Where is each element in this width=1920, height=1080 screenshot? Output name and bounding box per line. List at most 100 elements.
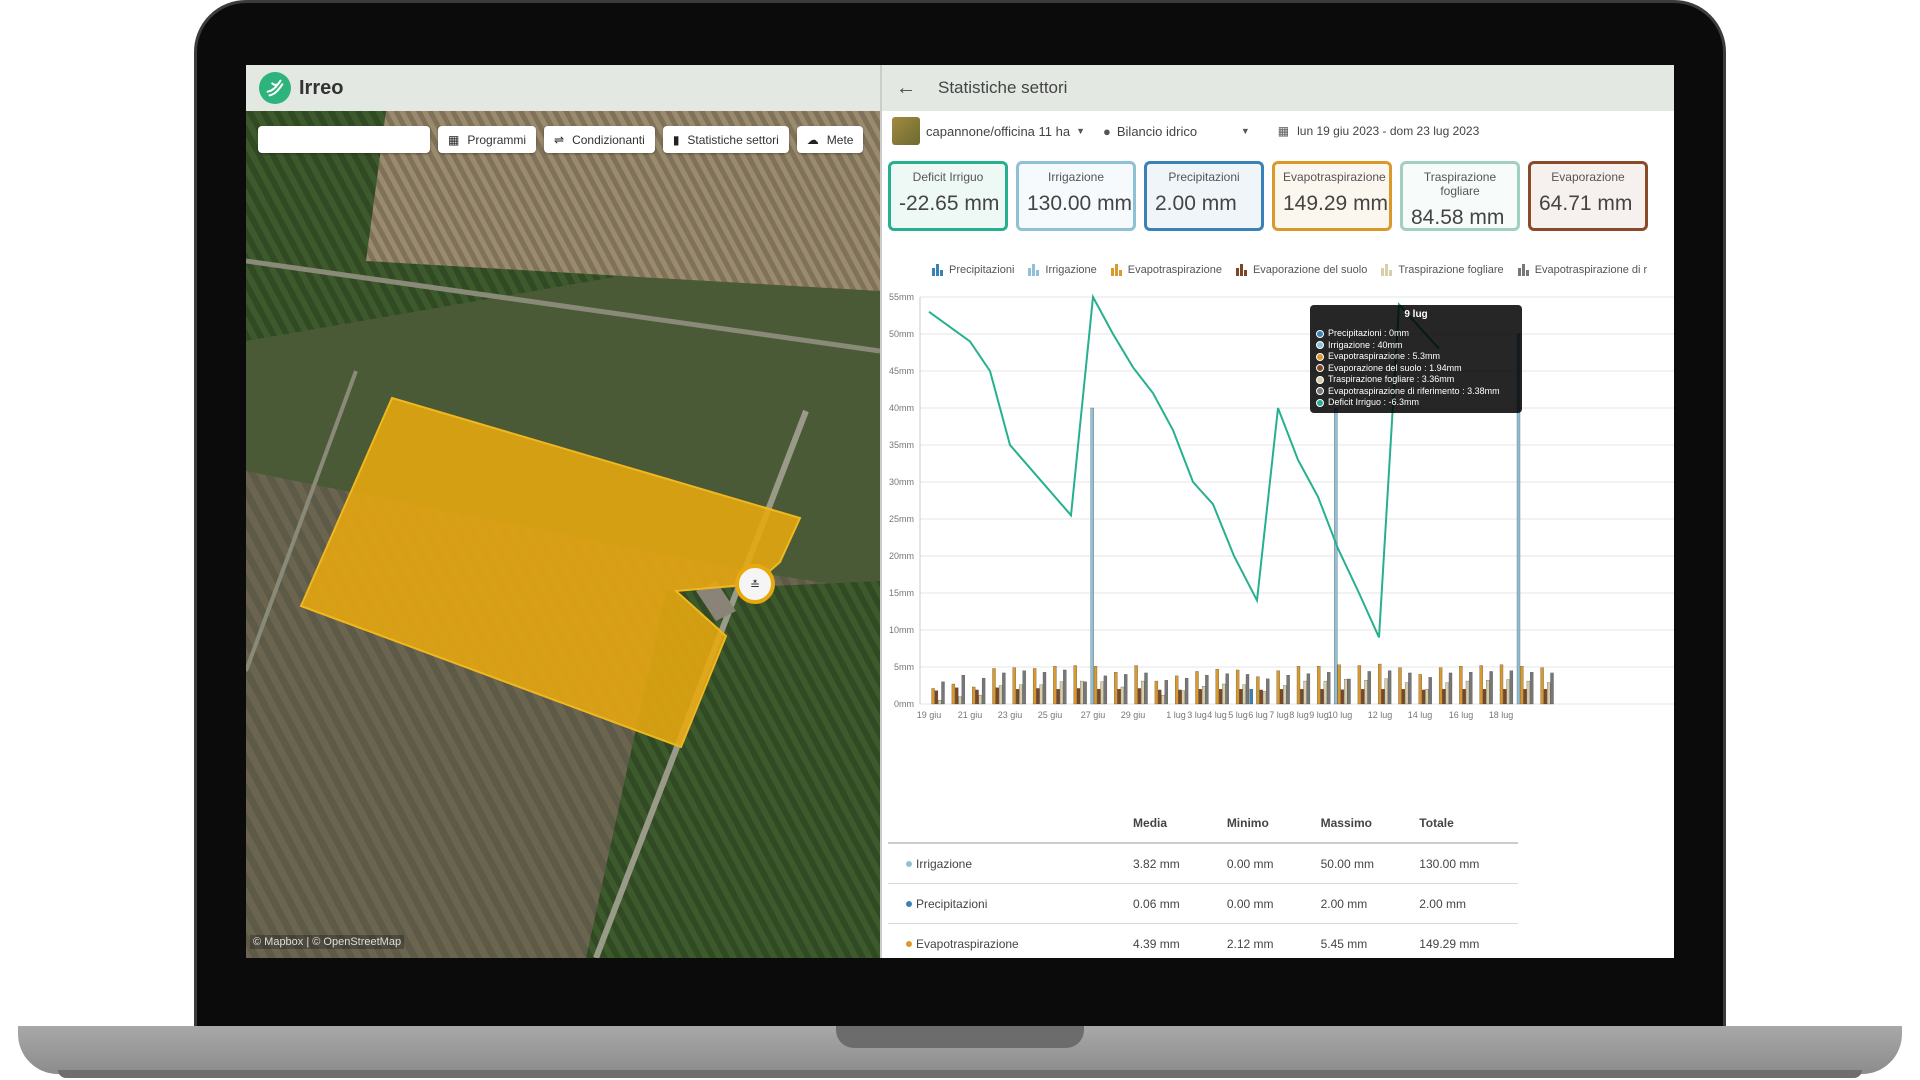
bar-evaporazione-del-suolo <box>1056 689 1060 705</box>
bar-evapotraspirazione-di-riferimento <box>1103 675 1108 705</box>
satellite-map[interactable]: ≛ <box>246 111 880 958</box>
bar-evaporazione-del-suolo <box>1381 689 1385 705</box>
sliders-icon: ⇌ <box>554 132 565 147</box>
bar-irrigazione <box>1090 407 1094 705</box>
table-row: Irrigazione 3.82 mm 0.00 mm 50.00 mm 130.00 … <box>888 844 1518 884</box>
bar-chart-icon: ▮ <box>672 132 680 147</box>
legend-item[interactable]: Evapotraspirazione di r <box>1517 264 1647 276</box>
search-input[interactable] <box>258 126 430 153</box>
bar-evapotraspirazione-di-riferimento <box>1387 670 1392 705</box>
table-header: Media Minimo Massimo Totale <box>888 804 1518 844</box>
sector-select[interactable]: capannone/officina 11 ha <box>926 124 1070 139</box>
map-attribution[interactable]: © Mapbox | © OpenStreetMap <box>250 935 405 949</box>
bar-evaporazione-del-suolo <box>1523 689 1527 705</box>
y-tick-label: 55mm <box>889 292 914 302</box>
legend-label: Traspirazione fogliare <box>1398 264 1504 276</box>
x-tick-label: 14 lug <box>1408 710 1433 720</box>
programmi-button[interactable]: ▦ Programmi <box>438 126 537 153</box>
laptop-base-bottom <box>58 1070 1862 1078</box>
table-header-cell: Totale <box>1419 816 1454 830</box>
bar-traspirazione-fogliare <box>1486 680 1490 705</box>
legend-item[interactable]: Evapotraspirazione <box>1110 264 1222 276</box>
bar-evapotraspirazione-di-riferimento <box>1225 673 1229 705</box>
x-tick-label: 10 lug <box>1328 710 1353 720</box>
legend-item[interactable]: Traspirazione fogliare <box>1381 264 1504 276</box>
tooltip-row-text: Precipitazioni : 0mm <box>1328 328 1410 338</box>
bar-chart-icon <box>1381 264 1393 276</box>
bar-evapotraspirazione <box>1215 669 1219 705</box>
stats-title: Statistiche settori <box>938 78 1068 97</box>
metric-select[interactable]: Bilancio idrico <box>1117 124 1235 139</box>
card-label: Deficit Irriguo <box>912 170 984 184</box>
tooltip-row: Evaporazione del suolo : 1.94mm <box>1316 363 1516 375</box>
bar-irrigazione <box>1334 407 1338 705</box>
screen: Irreo ≛ ▦ Programmi ⇌ Condizionanti ▮ St… <box>246 65 1674 958</box>
bar-traspirazione-fogliare <box>1364 680 1368 705</box>
cell-massimo: 5.45 mm <box>1320 936 1368 951</box>
x-tick-label: 5 lug <box>1228 710 1248 720</box>
bar-evaporazione-del-suolo <box>1076 688 1081 705</box>
bar-evapotraspirazione-di-riferimento <box>1489 671 1493 705</box>
y-tick-label: 10mm <box>889 625 914 635</box>
bar-evaporazione-del-suolo <box>934 690 939 705</box>
legend-item[interactable]: Irrigazione <box>1028 264 1097 276</box>
legend-item[interactable]: Evaporazione del suolo <box>1235 264 1367 276</box>
bar-evapotraspirazione-di-riferimento <box>1286 674 1290 705</box>
water-balance-chart[interactable]: 0mm 5mm 10mm 15mm 20mm 25mm 30mm 35mm 40mm 45mm 50… <box>882 277 1674 867</box>
x-tick-label: 29 giu <box>1121 710 1146 720</box>
bar-evapotraspirazione-di-riferimento <box>1164 680 1168 705</box>
y-tick-label: 35mm <box>889 440 914 450</box>
bar-evapotraspirazione-di-riferimento <box>1042 672 1047 705</box>
bar-evaporazione-del-suolo <box>1340 689 1345 705</box>
bar-evapotraspirazione <box>1520 666 1524 705</box>
bar-evapotraspirazione <box>992 668 996 705</box>
legend-label: Evapotraspirazione <box>1127 264 1222 276</box>
bar-evapotraspirazione <box>1499 664 1504 705</box>
bar-evapotraspirazione <box>1398 667 1402 705</box>
card-label: Precipitazioni <box>1168 170 1240 184</box>
series-dot <box>906 900 912 907</box>
tooltip-row-text: Evapotraspirazione di riferimento : 3.38… <box>1328 385 1500 396</box>
bar-evapotraspirazione <box>1418 674 1422 705</box>
summary-card[interactable]: Precipitazioni 2.00 mm <box>1144 161 1264 231</box>
table-row: Evapotraspirazione 4.39 mm 2.12 mm 5.45 mm 1… <box>888 924 1518 958</box>
row-name-cell: Evapotraspirazione <box>888 937 1133 951</box>
bar-evapotraspirazione-di-riferimento <box>1306 673 1311 705</box>
bar-evaporazione-del-suolo <box>1279 689 1284 705</box>
bar-evaporazione-del-suolo <box>1462 689 1466 705</box>
calendar-icon[interactable]: ▦ <box>1278 124 1289 138</box>
bar-evapotraspirazione <box>1032 668 1037 705</box>
tooltip-row: Precipitazioni : 0mm <box>1316 328 1516 340</box>
summary-card[interactable]: Irrigazione 130.00 mm <box>1016 161 1136 231</box>
bar-traspirazione-fogliare <box>1242 684 1246 705</box>
legend-item[interactable]: Precipitazioni <box>932 264 1014 276</box>
summary-card[interactable]: Evaporazione 64.71 mm <box>1528 161 1648 231</box>
meteo-button[interactable]: ☁ Mete <box>796 126 864 153</box>
y-tick-label: 5mm <box>894 662 914 672</box>
date-range-picker[interactable]: lun 19 giu 2023 - dom 23 lug 2023 <box>1297 124 1479 138</box>
series-dot <box>1316 375 1324 384</box>
condizionanti-button[interactable]: ⇌ Condizionanti <box>544 126 655 153</box>
bar-evapotraspirazione-di-riferimento <box>1428 677 1432 705</box>
cell-massimo: 50.00 mm <box>1320 856 1374 871</box>
chevron-down-icon[interactable]: ▼ <box>1076 126 1085 136</box>
tooltip-row-text: Evapotraspirazione : 5.3mm <box>1328 351 1441 361</box>
back-arrow-icon[interactable]: ← <box>896 77 916 100</box>
series-dot <box>1316 329 1324 338</box>
chevron-down-icon[interactable]: ▼ <box>1241 126 1250 136</box>
summary-card[interactable]: Deficit Irriguo -22.65 mm <box>888 161 1008 231</box>
summary-card[interactable]: Traspirazione fogliare 84.58 mm <box>1400 161 1520 231</box>
bar-traspirazione-fogliare <box>1404 682 1409 705</box>
series-dot <box>906 940 912 947</box>
x-tick-label: 12 lug <box>1368 710 1393 720</box>
card-value: 149.29 mm <box>1283 192 1389 215</box>
statistiche-settori-button[interactable]: ▮ Statistiche settori <box>662 126 789 153</box>
bar-chart-icon <box>1110 264 1122 276</box>
cell-totale: 2.00 mm <box>1419 896 1466 911</box>
table-header-cell: Media <box>1133 816 1168 830</box>
summary-card[interactable]: Evapotraspirazione 149.29 mm <box>1272 161 1392 231</box>
bar-evapotraspirazione <box>1154 680 1159 705</box>
bar-evapotraspirazione <box>1459 666 1463 705</box>
bar-evapotraspirazione-di-riferimento <box>1448 672 1453 705</box>
x-tick-label: 18 lug <box>1489 710 1514 720</box>
